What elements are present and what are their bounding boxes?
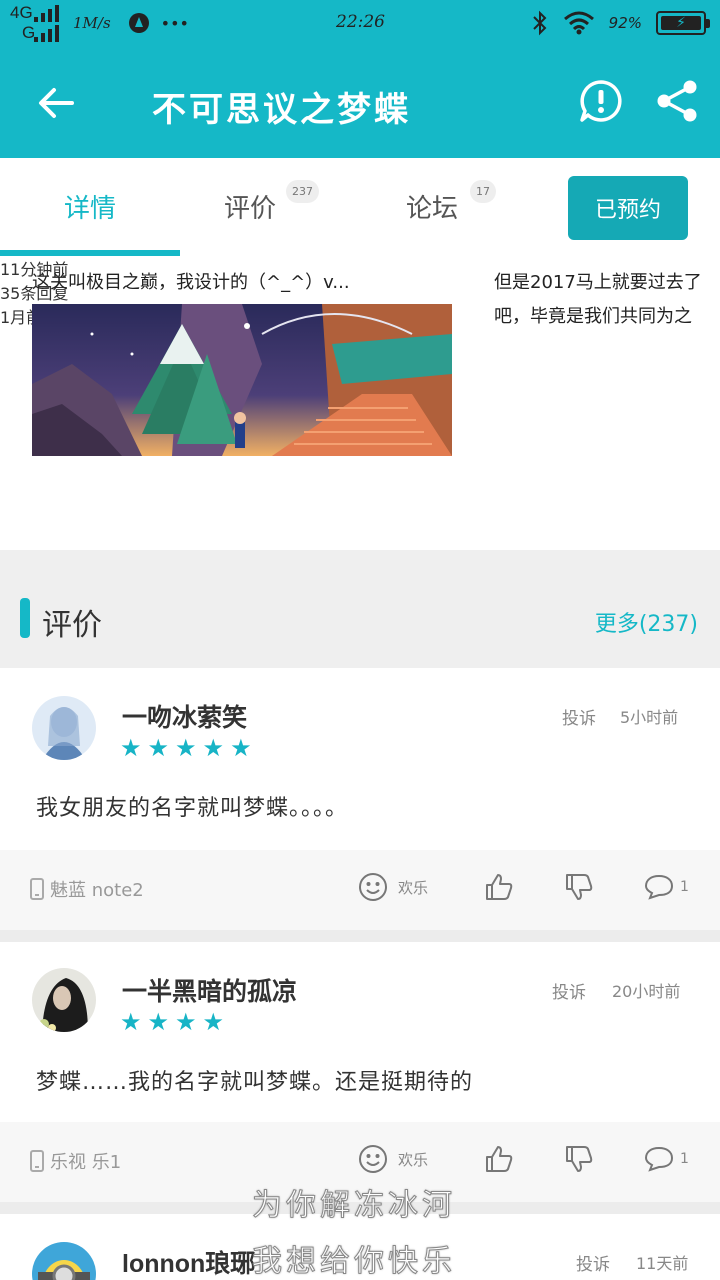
network-speed: 1M/s <box>73 14 111 32</box>
tab-details[interactable]: 详情 <box>64 188 116 225</box>
thumbs-down-icon[interactable] <box>564 1144 594 1174</box>
comment-icon <box>644 874 674 900</box>
review-time: 5小时前 <box>620 708 679 727</box>
notification-app-icon <box>128 13 149 33</box>
tab-forum[interactable]: 论坛 17 <box>406 180 496 225</box>
reviewer-name[interactable]: 一吻冰萦笑 <box>122 698 247 734</box>
status-bar-left: 4G G 1M/s ••• <box>10 4 189 42</box>
review-time: 11天前 <box>636 1254 689 1273</box>
share-icon[interactable] <box>654 78 700 124</box>
report-link[interactable]: 投诉 <box>562 704 596 729</box>
smiley-icon <box>359 1145 387 1173</box>
review-divider <box>0 930 720 942</box>
tab-forum-count-badge: 17 <box>470 180 496 203</box>
reviewer-name[interactable]: lonnon琅琊 <box>122 1244 255 1280</box>
emotion-label: 欢乐 <box>398 1150 429 1169</box>
section-title: 评价 <box>42 608 102 643</box>
report-link[interactable]: 投诉 <box>576 1250 610 1275</box>
star-icon: ★ <box>202 734 225 762</box>
phone-icon <box>30 1150 44 1172</box>
forum-card-2[interactable]: 但是2017马上就要过去了 吧，毕竟是我们共同为之 <box>494 266 720 334</box>
report-icon[interactable] <box>578 78 624 124</box>
phone-icon <box>30 878 44 900</box>
star-icon: ★ <box>147 734 170 762</box>
report-link[interactable]: 投诉 <box>552 978 586 1003</box>
tab-reviews-label: 评价 <box>224 194 277 224</box>
more-reviews-link[interactable]: 更多(237) <box>595 606 698 638</box>
reviews-section-header: 评价 更多(237) <box>0 550 720 668</box>
reviewer-name[interactable]: 一半黑暗的孤凉 <box>122 972 297 1008</box>
comment-button[interactable]: 1 <box>644 874 689 900</box>
status-bar-right: 92% ⚡ <box>531 10 710 36</box>
rating-stars: ★ ★ ★ ★ <box>120 1010 224 1034</box>
device-info: 乐视 乐1 <box>30 1148 121 1174</box>
review-time: 20小时前 <box>612 982 681 1001</box>
avatar[interactable] <box>32 968 96 1032</box>
bluetooth-icon <box>532 10 547 36</box>
app-bar: 不可思议之梦蝶 <box>0 46 720 158</box>
tab-bar: 详情 评价 237 论坛 17 已预约 <box>0 158 720 256</box>
back-arrow-icon[interactable] <box>30 76 84 130</box>
star-icon: ★ <box>147 1008 170 1036</box>
tab-reviews-count-badge: 237 <box>286 180 319 203</box>
signal-bars-2-icon <box>34 24 59 42</box>
smiley-icon <box>359 873 387 901</box>
review-text: 梦蝶……我的名字就叫梦蝶。还是挺期待的 <box>36 1070 474 1095</box>
device-name: 乐视 乐1 <box>50 1152 122 1173</box>
emotion-reaction[interactable]: 欢乐 <box>358 1144 428 1174</box>
comment-count: 1 <box>680 1151 689 1167</box>
thumbs-up-icon[interactable] <box>484 872 514 902</box>
tab-details-label: 详情 <box>64 194 117 224</box>
star-icon: ★ <box>120 1008 142 1036</box>
page-title: 不可思议之梦蝶 <box>152 90 411 130</box>
review-footer: 魅蓝 note2 欢乐 1 <box>0 850 720 930</box>
star-icon: ★ <box>175 1008 197 1036</box>
thumbs-down-icon[interactable] <box>564 872 594 902</box>
overlay-lyric-line-2: 我想给你快乐 <box>252 1244 456 1280</box>
overlay-lyric-line-1: 为你解冻冰河 <box>252 1188 456 1224</box>
emotion-label: 欢乐 <box>398 878 429 897</box>
rating-stars: ★ ★ ★ ★ ★ <box>120 736 252 760</box>
clock: 22:26 <box>336 12 385 32</box>
thumbs-up-icon[interactable] <box>484 1144 514 1174</box>
battery-icon: ⚡ <box>656 11 710 35</box>
avatar[interactable] <box>32 696 96 760</box>
star-icon: ★ <box>120 734 142 762</box>
review-item: 一半黑暗的孤凉 ★ ★ ★ ★ 投诉 20小时前 梦蝶……我的名字就叫梦蝶。还是… <box>0 942 720 1204</box>
signal-bars-icon <box>34 4 59 22</box>
battery-percent: 92% <box>608 14 642 32</box>
forum-carousel: 这关叫极目之巅，我设计的（^_^）v... 11分钟前 35条回复 但是2017… <box>0 256 720 550</box>
comment-button[interactable]: 1 <box>644 1146 689 1172</box>
star-icon: ★ <box>202 1008 225 1036</box>
comment-icon <box>644 1146 674 1172</box>
avatar[interactable] <box>32 1242 96 1280</box>
star-icon: ★ <box>230 734 252 762</box>
tab-forum-label: 论坛 <box>406 194 459 224</box>
signal-indicator: 4G G <box>10 4 59 42</box>
network-type-g: G <box>22 23 36 42</box>
forum-card-2-title: 但是2017马上就要过去了 <box>494 272 702 293</box>
status-bar: 4G G 1M/s ••• 22:26 92% ⚡ <box>0 0 720 46</box>
emotion-reaction[interactable]: 欢乐 <box>358 872 428 902</box>
section-accent-bar <box>20 598 30 638</box>
forum-card-title: 这关叫极目之巅，我设计的（^_^）v... <box>32 272 350 293</box>
review-text: 我女朋友的名字就叫梦蝶。。。。 <box>36 796 349 821</box>
network-type-4g: 4G <box>10 3 33 22</box>
tab-reviews[interactable]: 评价 237 <box>224 180 319 225</box>
reserved-button[interactable]: 已预约 <box>568 176 688 240</box>
star-icon: ★ <box>175 734 197 762</box>
wifi-icon <box>563 11 594 35</box>
review-item: 一吻冰萦笑 ★ ★ ★ ★ ★ 投诉 5小时前 我女朋友的名字就叫梦蝶。。。。 … <box>0 668 720 930</box>
comment-count: 1 <box>680 879 689 895</box>
forum-card-2-title-line2: 吧，毕竟是我们共同为之 <box>494 306 692 327</box>
forum-card-image[interactable] <box>32 304 452 456</box>
device-name: 魅蓝 note2 <box>50 880 144 901</box>
more-notifications: ••• <box>160 13 189 33</box>
device-info: 魅蓝 note2 <box>30 876 144 902</box>
